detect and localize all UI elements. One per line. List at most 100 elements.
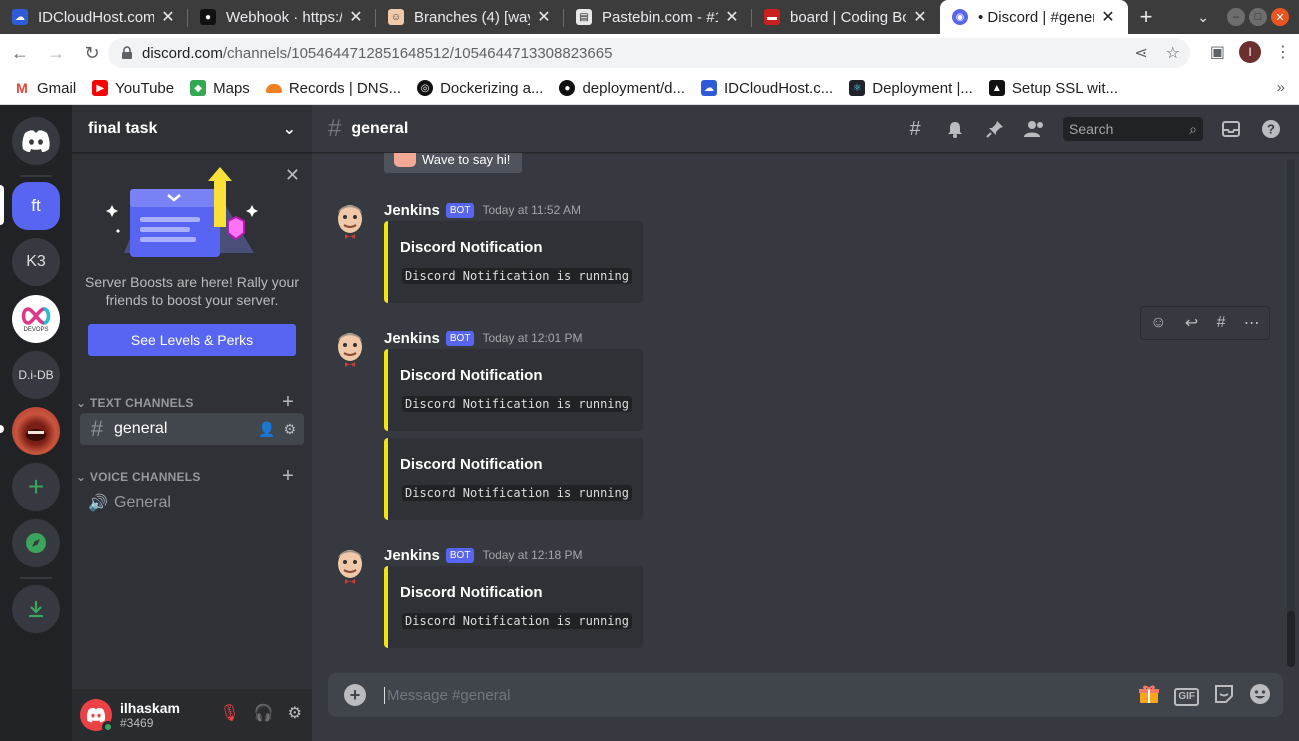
forward-button[interactable]: → (40, 37, 72, 69)
create-thread-icon[interactable]: # (1217, 314, 1226, 332)
guild-avatar-server[interactable] (12, 407, 60, 455)
discord-icon: ◉ (952, 9, 968, 25)
avatar[interactable] (80, 699, 114, 733)
bookmark-item[interactable]: ◆ Maps (190, 80, 250, 97)
embed-description: Discord Notification is running (402, 396, 632, 412)
voice-channel-item-general[interactable]: 🔊 General (80, 487, 304, 519)
bot-badge: BOT (445, 330, 475, 346)
tab-close-icon[interactable]: ✕ (536, 7, 552, 27)
react-icon: ⚛ (849, 80, 866, 96)
jenkins-icon: ☺ (388, 9, 404, 25)
headphones-icon[interactable]: 🎧 (254, 703, 274, 723)
user-settings-gear-icon[interactable]: ⚙ (288, 703, 302, 723)
gift-icon[interactable] (1138, 683, 1160, 710)
search-input[interactable]: Search ⌕ (1063, 117, 1203, 141)
inbox-icon[interactable] (1219, 117, 1243, 141)
message-author[interactable]: Jenkins (384, 547, 440, 564)
tab-search-chevron-icon[interactable]: ⌄ (1197, 9, 1209, 26)
see-levels-perks-button[interactable]: See Levels & Perks (88, 324, 296, 356)
username[interactable]: ilhaskam (120, 700, 180, 716)
browser-tab[interactable]: ▬ board | Coding Bo ✕ (752, 0, 940, 34)
youtube-icon: ▶ (92, 80, 109, 96)
reload-button[interactable]: ↻ (76, 37, 108, 69)
share-icon[interactable]: ⋖ (1134, 43, 1147, 63)
help-icon[interactable]: ? (1259, 117, 1283, 141)
new-tab-button[interactable]: + (1128, 0, 1164, 34)
message-timestamp: Today at 12:01 PM (482, 331, 583, 345)
browser-tab[interactable]: ▤ Pastebin.com - #1 ✕ (564, 0, 752, 34)
guild-di-db[interactable]: D.i-DB (12, 351, 60, 399)
message-author[interactable]: Jenkins (384, 202, 440, 219)
explore-servers-button[interactable] (12, 519, 60, 567)
bookmark-item[interactable]: ▲ Setup SSL wit... (988, 80, 1118, 97)
create-voice-channel-plus-icon[interactable]: + (282, 465, 294, 488)
text-channels-category[interactable]: TEXT CHANNELS + (72, 391, 312, 414)
upload-plus-icon[interactable]: + (344, 684, 366, 706)
reply-icon[interactable]: ↩ (1185, 313, 1198, 333)
side-panel-icon[interactable]: ▣ (1210, 42, 1225, 62)
jenkins-avatar-icon[interactable] (330, 546, 370, 586)
scrollbar-thumb[interactable] (1287, 611, 1295, 667)
message-input[interactable]: Message #general (384, 686, 510, 704)
add-server-button[interactable]: + (12, 463, 60, 511)
mute-microphone-icon[interactable]: 🎙 (219, 703, 239, 723)
bookmark-item[interactable]: Records | DNS... (265, 80, 401, 97)
speaker-icon: 🔊 (88, 495, 108, 512)
close-icon[interactable]: ✕ (285, 165, 300, 186)
bookmark-item[interactable]: ▶ YouTube (92, 80, 174, 97)
tab-close-icon[interactable]: ✕ (348, 7, 364, 27)
emoji-picker-icon[interactable] (1249, 683, 1271, 710)
member-list-icon[interactable] (1023, 117, 1047, 141)
bookmark-item[interactable]: ◎ Dockerizing a... (417, 80, 543, 97)
github-icon: ● (559, 80, 576, 96)
close-window-button[interactable]: ✕ (1271, 8, 1289, 26)
maximize-button[interactable]: □ (1249, 8, 1267, 26)
browser-tab[interactable]: ☺ Branches (4) [way ✕ (376, 0, 564, 34)
tab-close-icon[interactable]: ✕ (724, 7, 740, 27)
browser-menu-icon[interactable]: ⋮ (1275, 42, 1291, 62)
minimize-button[interactable]: – (1227, 8, 1245, 26)
text-channel-hash-icon: # (328, 114, 342, 142)
guild-devops[interactable]: DEVOPS (12, 295, 60, 343)
server-header[interactable]: final task ⌄ (72, 105, 312, 153)
gif-button[interactable]: GIF (1174, 687, 1199, 706)
guild-k3[interactable]: K3 (12, 238, 60, 286)
jenkins-avatar-icon[interactable] (330, 329, 370, 369)
url-omnibox[interactable]: discord.com/channels/1054644712851648512… (108, 38, 1190, 68)
tab-close-icon[interactable]: ✕ (1100, 7, 1116, 27)
pinned-messages-icon[interactable] (983, 117, 1007, 141)
message-composer: + Message #general GIF (328, 673, 1283, 717)
channel-item-general[interactable]: # general 👤 ⚙ (80, 413, 304, 445)
back-button[interactable]: ← (4, 37, 36, 69)
browser-tab[interactable]: ● Webhook · https:/ ✕ (188, 0, 376, 34)
profile-avatar[interactable]: I (1239, 41, 1261, 63)
sticker-icon[interactable] (1213, 683, 1235, 710)
create-invite-icon[interactable]: 👤 (258, 421, 275, 438)
add-reaction-icon[interactable]: ☺ (1150, 314, 1166, 332)
browser-tab[interactable]: ☁ IDCloudHost.com ✕ (0, 0, 188, 34)
message-scrollbar[interactable] (1287, 159, 1295, 667)
bookmark-item[interactable]: ☁ IDCloudHost.c... (701, 80, 833, 97)
tab-close-icon[interactable]: ✕ (160, 7, 176, 27)
wave-to-say-hi-button[interactable]: Wave to say hi! (384, 153, 523, 173)
search-icon: ⌕ (1189, 120, 1197, 137)
more-options-icon[interactable]: ⋯ (1244, 313, 1260, 333)
message-author[interactable]: Jenkins (384, 330, 440, 347)
bookmarks-overflow-icon[interactable]: » (1277, 79, 1285, 96)
guild-final-task[interactable]: ft (12, 182, 60, 230)
bookmark-item[interactable]: ● deployment/d... (559, 80, 685, 97)
tab-close-icon[interactable]: ✕ (912, 7, 928, 27)
threads-icon[interactable]: # (903, 117, 927, 141)
bookmark-star-icon[interactable]: ☆ (1166, 43, 1180, 63)
browser-tab-active[interactable]: ◉ • Discord | #gener ✕ (940, 0, 1128, 34)
create-text-channel-plus-icon[interactable]: + (282, 391, 294, 414)
download-apps-button[interactable] (12, 585, 60, 633)
channel-settings-gear-icon[interactable]: ⚙ (283, 421, 296, 438)
jenkins-avatar-icon[interactable] (330, 201, 370, 241)
bookmark-item[interactable]: M Gmail (14, 80, 76, 97)
voice-channels-category[interactable]: VOICE CHANNELS + (72, 465, 312, 488)
bookmark-item[interactable]: ⚛ Deployment |... (849, 80, 973, 97)
notification-bell-icon[interactable] (943, 117, 967, 141)
discord-home-button[interactable] (12, 117, 60, 165)
user-discriminator: #3469 (120, 716, 154, 730)
